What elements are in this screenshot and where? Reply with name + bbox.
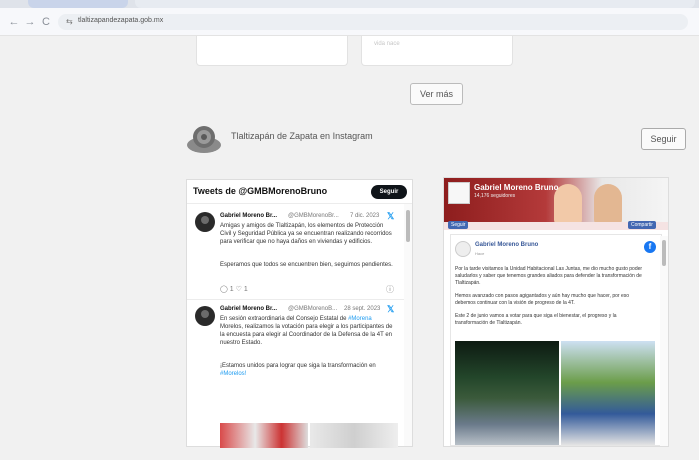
news-card-left[interactable] xyxy=(196,36,348,66)
reply-icon[interactable]: ◯ xyxy=(220,286,228,293)
tweet-author-handle[interactable]: @GMBMorenoB... xyxy=(288,306,337,312)
address-bar[interactable]: ⇆ tlaltizapandezapata.gob.mx xyxy=(58,14,688,30)
facebook-page-avatar[interactable] xyxy=(448,182,470,204)
twitter-scrollbar[interactable] xyxy=(404,204,412,446)
tweet-text-part: Morelos, realizamos la votación para ele… xyxy=(220,324,393,346)
post-time[interactable]: Hace xyxy=(475,251,484,256)
tweet-text-part: En sesión extraordinaria del Consejo Est… xyxy=(220,316,349,322)
tweet-item[interactable]: Gabriel Moreno Br... @GMBMorenoBr... 7 d… xyxy=(187,204,405,298)
forward-icon[interactable]: → xyxy=(22,14,38,30)
tweet-date[interactable]: 28 sept. 2023 xyxy=(344,306,380,312)
facebook-share-button[interactable]: Compartir xyxy=(628,221,656,229)
reply-count: 1 xyxy=(229,286,234,293)
post-text: Por la tarde visitamos la Unidad Habitac… xyxy=(455,266,643,286)
cover-figure xyxy=(594,184,622,224)
twitter-widget-header: Tweets de @GMBMorenoBruno Seguir xyxy=(187,180,412,204)
news-card-right[interactable]: vida nace xyxy=(361,36,513,66)
avatar[interactable] xyxy=(195,212,215,232)
tweet-author-name[interactable]: Gabriel Moreno Br... xyxy=(220,306,277,312)
facebook-page-name[interactable]: Gabriel Moreno Bruno xyxy=(474,183,558,192)
site-info-icon[interactable]: ⇆ xyxy=(66,17,73,26)
tweet-photo[interactable] xyxy=(310,423,398,448)
facebook-widget: Gabriel Moreno Bruno 14,176 seguidores S… xyxy=(443,177,669,447)
post-photo[interactable] xyxy=(455,341,559,445)
tab-inactive[interactable] xyxy=(135,0,695,8)
heart-icon[interactable]: ♡ xyxy=(236,286,242,293)
ver-mas-button[interactable]: Ver más xyxy=(410,83,463,105)
tweet-media[interactable] xyxy=(220,423,398,448)
municipal-seal-icon xyxy=(187,126,221,153)
hashtag-link[interactable]: #Morelos! xyxy=(220,371,246,377)
facebook-scrollbar[interactable] xyxy=(660,236,668,446)
news-card-right-text: vida nace xyxy=(374,41,400,47)
x-logo-icon[interactable]: 𝕏 xyxy=(387,211,394,222)
tweet-author-handle[interactable]: @GMBMorenoBr... xyxy=(288,213,339,219)
scrollbar-thumb[interactable] xyxy=(406,210,410,242)
instagram-follow-button[interactable]: Seguir xyxy=(641,128,686,150)
page-content: vida nace Ver más Tlaltizapán de Zapata … xyxy=(0,36,699,460)
tweet-actions[interactable]: ◯ 1 ♡ 1 xyxy=(220,285,248,293)
x-logo-icon[interactable]: 𝕏 xyxy=(387,304,394,315)
twitter-widget-title[interactable]: Tweets de @GMBMorenoBruno xyxy=(193,186,327,196)
avatar[interactable] xyxy=(195,306,215,326)
reload-icon[interactable]: C xyxy=(38,14,54,30)
post-text: Hemos avanzado con pasos agigantados y a… xyxy=(455,293,630,306)
facebook-logo-icon[interactable]: f xyxy=(644,241,656,253)
facebook-follower-count: 14,176 seguidores xyxy=(474,193,516,199)
avatar[interactable] xyxy=(455,241,471,257)
tweet-text: Amigas y amigos de Tlaltizapán, los elem… xyxy=(220,223,392,245)
url-text[interactable]: tlaltizapandezapata.gob.mx xyxy=(78,17,163,24)
instagram-section-title: Tlaltizapán de Zapata en Instagram xyxy=(231,131,373,141)
tweet-text-2: ¡Estamos unidos para lograr que siga la … xyxy=(220,362,395,378)
tweet-photo[interactable] xyxy=(220,423,308,448)
post-author-name[interactable]: Gabriel Moreno Bruno xyxy=(475,242,538,248)
hashtag-link[interactable]: #Morena xyxy=(348,316,372,322)
tab-active[interactable] xyxy=(28,0,128,8)
like-count: 1 xyxy=(243,286,248,293)
facebook-post[interactable]: Gabriel Moreno Bruno Hace f Por la tarde… xyxy=(450,234,662,446)
tweet-text-2: Esperamos que todos se encuentren bien, … xyxy=(220,262,393,268)
tweet-text-part: ¡Estamos unidos para lograr que siga la … xyxy=(220,363,376,369)
tab-strip xyxy=(0,0,699,8)
post-photo[interactable] xyxy=(561,341,655,445)
facebook-follow-button[interactable]: Seguir xyxy=(448,221,469,229)
twitter-follow-button[interactable]: Seguir xyxy=(371,185,407,199)
back-icon[interactable]: ← xyxy=(6,14,22,30)
browser-toolbar: ← → C ⇆ tlaltizapandezapata.gob.mx xyxy=(0,8,699,36)
twitter-widget: Tweets de @GMBMorenoBruno Seguir Gabriel… xyxy=(186,179,413,448)
scrollbar-thumb[interactable] xyxy=(662,240,666,266)
tweet-author-name[interactable]: Gabriel Moreno Br... xyxy=(220,213,277,219)
info-icon[interactable]: ⓘ xyxy=(386,284,394,295)
post-text: Este 2 de junio vamos a votar para que s… xyxy=(455,313,617,326)
tweet-date[interactable]: 7 dic. 2023 xyxy=(350,213,379,219)
tweet-text: En sesión extraordinaria del Consejo Est… xyxy=(220,315,395,347)
